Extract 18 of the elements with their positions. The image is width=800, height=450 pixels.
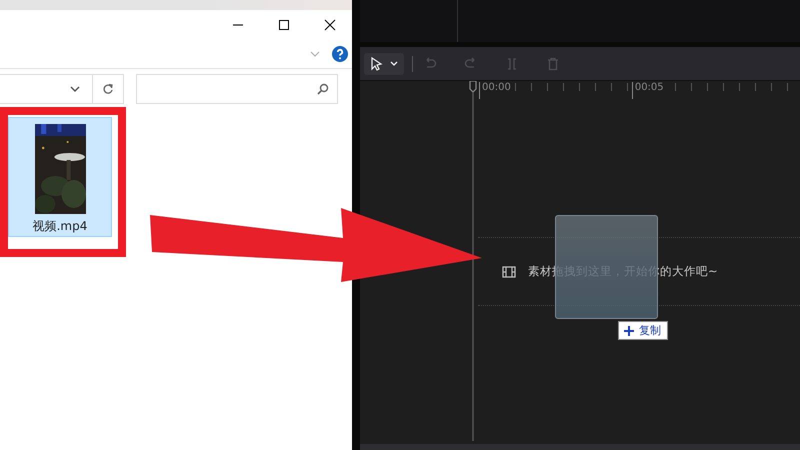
close-icon[interactable] [324, 19, 336, 31]
time-label: 00:05 [632, 82, 664, 99]
search-field[interactable] [136, 74, 338, 104]
select-tool-button[interactable] [364, 52, 404, 74]
file-name: 视频.mp4 [32, 218, 88, 235]
film-icon [502, 266, 516, 278]
time-label: 00:00 [479, 82, 511, 99]
refresh-icon [102, 83, 114, 95]
copy-label: 复制 [639, 323, 661, 338]
search-icon [317, 83, 329, 95]
playhead[interactable] [468, 81, 478, 441]
help-icon[interactable] [332, 46, 348, 62]
file-item[interactable]: 视频.mp4 [8, 117, 112, 237]
maximize-icon[interactable] [278, 19, 290, 31]
chevron-down-icon[interactable] [70, 86, 80, 92]
caret-icon [390, 61, 398, 66]
plus-icon [624, 326, 634, 336]
pointer-icon [370, 56, 384, 70]
